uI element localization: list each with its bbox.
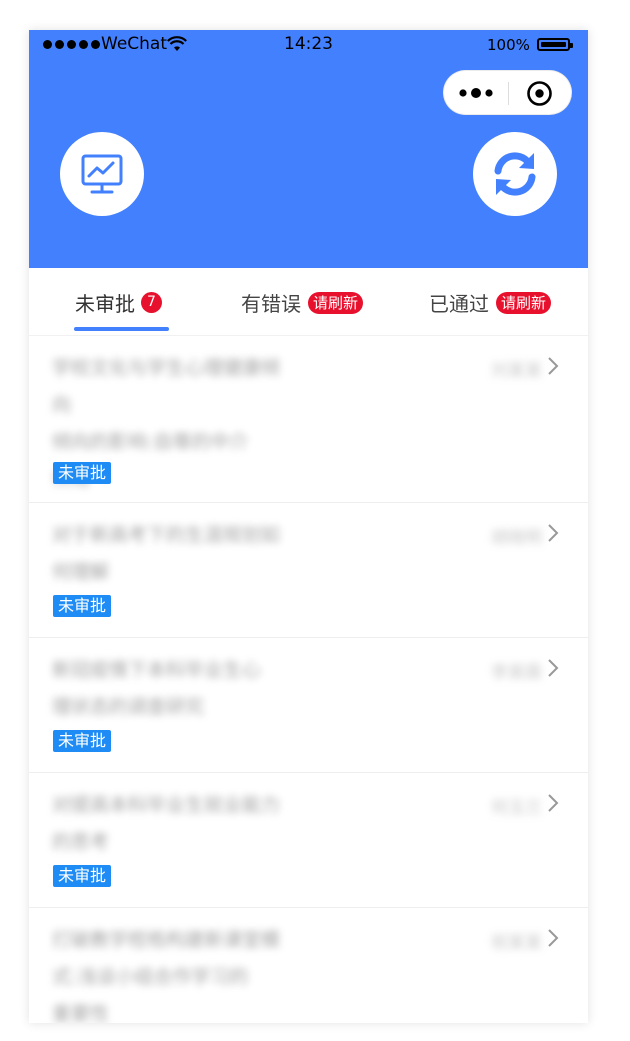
title-line: 何理解 <box>52 561 110 583</box>
list-item[interactable]: 对提高本科毕业生就业能力 的思考 何玉兰 未审批 <box>29 773 588 908</box>
miniprogram-capsule <box>443 70 572 115</box>
tab-label: 有错误 <box>241 292 301 316</box>
tab-label: 未审批 <box>75 292 135 316</box>
item-author: 李昊霖 <box>491 663 542 683</box>
status-tag: 未审批 <box>53 462 112 484</box>
title-line: 的思考 <box>52 831 110 853</box>
title-line: 倾向的影响:自尊的中介 <box>52 431 249 453</box>
title-line: 式:浅谈小组合作学习的 <box>52 966 249 988</box>
clock: 14:23 <box>284 34 333 54</box>
status-bar: WeChat 14:23 100% <box>29 30 588 60</box>
item-title: 新冠疫情下本科毕业生心 理状态的调查研究 <box>52 652 292 726</box>
title-line: 新冠疫情下本科毕业生心 <box>52 659 262 681</box>
list-item[interactable]: 新冠疫情下本科毕业生心 理状态的调查研究 李昊霖 未审批 <box>29 638 588 773</box>
header: WeChat 14:23 100% <box>29 30 588 268</box>
count-badge: 7 <box>141 292 162 313</box>
refresh-badge: 请刷新 <box>308 291 364 314</box>
close-target-icon[interactable] <box>526 80 553 107</box>
dashboard-button[interactable] <box>60 132 144 216</box>
list-item[interactable]: 学校文化与学生心理健康倾向 倾向的影响:自尊的中介 作用 刘某某 未审批 <box>29 336 588 503</box>
title-line: 重要性 <box>52 1003 110 1023</box>
wifi-icon <box>167 36 187 51</box>
title-line: 对于新高考下的生涯规划如 <box>52 524 281 546</box>
title-line: 学校文化与学生心理健康倾向 <box>52 357 281 416</box>
phone-screen: WeChat 14:23 100% 未审批 7 有错误 请刷新 已通过 请刷新 … <box>29 30 588 1023</box>
list-item[interactable]: 对于新高考下的生涯规划如 何理解 胡晓明 未审批 <box>29 503 588 638</box>
tab-label: 已通过 <box>429 292 489 316</box>
item-author: 祝某某 <box>491 933 542 953</box>
tab-pending[interactable]: 未审批 7 <box>75 288 162 317</box>
title-line: 打破教学桎梏构建新课堂模 <box>52 929 281 951</box>
refresh-icon <box>494 152 536 196</box>
status-tag: 未审批 <box>53 865 112 887</box>
item-title: 对提高本科毕业生就业能力 的思考 <box>52 787 292 861</box>
chevron-right-icon <box>548 524 559 542</box>
tab-errors[interactable]: 有错误 请刷新 <box>241 288 364 317</box>
chevron-right-icon <box>548 929 559 947</box>
carrier-label: WeChat <box>101 34 167 54</box>
chevron-right-icon <box>548 357 559 375</box>
tab-approved[interactable]: 已通过 请刷新 <box>429 288 552 317</box>
item-title: 打破教学桎梏构建新课堂模 式:浅谈小组合作学习的 重要性 <box>52 922 292 1023</box>
list-item[interactable]: 打破教学桎梏构建新课堂模 式:浅谈小组合作学习的 重要性 祝某某 <box>29 908 588 1023</box>
battery-icon <box>537 38 573 51</box>
tab-bar: 未审批 7 有错误 请刷新 已通过 请刷新 <box>29 268 588 336</box>
more-dots-icon[interactable] <box>458 85 494 101</box>
battery-percent: 100% <box>487 36 530 54</box>
monitor-chart-icon <box>81 154 123 194</box>
status-tag: 未审批 <box>53 730 112 752</box>
chevron-right-icon <box>548 794 559 812</box>
capsule-divider <box>508 82 509 105</box>
item-author: 何玉兰 <box>491 798 542 818</box>
item-author: 胡晓明 <box>491 528 542 548</box>
refresh-button[interactable] <box>473 132 557 216</box>
signal-dots-icon <box>43 40 100 49</box>
status-tag: 未审批 <box>53 595 112 617</box>
item-author: 刘某某 <box>491 361 542 381</box>
title-line: 对提高本科毕业生就业能力 <box>52 794 281 816</box>
chevron-right-icon <box>548 659 559 677</box>
title-line: 理状态的调查研究 <box>52 696 205 718</box>
refresh-badge: 请刷新 <box>496 291 552 314</box>
active-tab-indicator <box>74 327 169 331</box>
item-title: 对于新高考下的生涯规划如 何理解 <box>52 517 292 591</box>
